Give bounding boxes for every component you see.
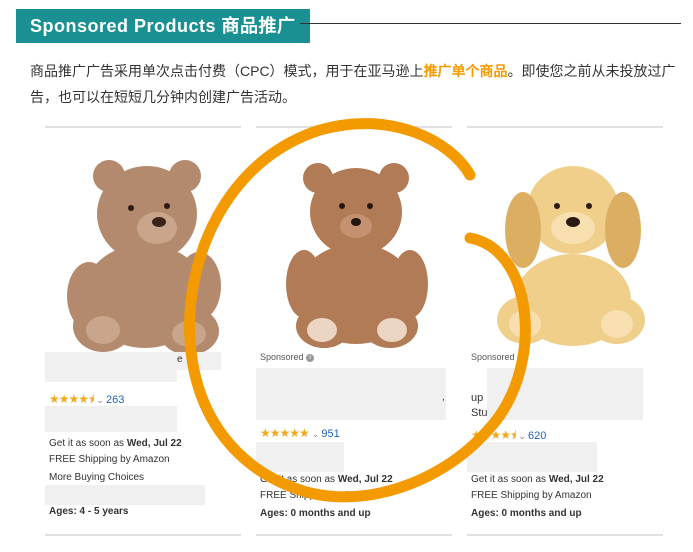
section-title: Sponsored Products 商品推广 — [16, 9, 310, 43]
chevron-down-icon[interactable]: ⌄ — [96, 395, 104, 405]
title-fragment[interactable]: Stu — [471, 407, 487, 419]
more-buying-choices-link[interactable]: More Buying Choices — [49, 472, 144, 483]
star-rating-icon: ★★★★★ — [260, 426, 310, 440]
review-count[interactable]: 951 — [321, 428, 339, 440]
delivery-text: Get it as soon as Wed, Jul 22 — [49, 438, 182, 449]
intro-paragraph: 商品推广广告采用单次点击付费（CPC）模式，用于在亚马逊上推广单个商品。即使您之… — [30, 58, 682, 110]
review-count[interactable]: 620 — [528, 430, 546, 442]
product-card-1[interactable]: e ★★★★⯨ ⌄ 263 Get it as soon as Wed, Jul 2… — [45, 126, 241, 536]
product-image-plush-puppy[interactable] — [485, 150, 659, 350]
chevron-down-icon[interactable]: ⌄ — [518, 431, 526, 441]
info-icon[interactable]: i — [517, 353, 526, 362]
product-card-3[interactable]: Sponsored i up Stu ★★★★⯨ ⌄ 620 Get it as s… — [467, 126, 663, 536]
intro-highlight: 推广单个商品 — [423, 63, 508, 79]
title-fragment[interactable]: e — [177, 354, 191, 365]
star-rating-icon: ★★★★⯨ — [49, 392, 94, 406]
title-fragment[interactable]: up — [471, 392, 487, 404]
title-divider — [300, 23, 681, 24]
title-fragment[interactable]: , — [442, 392, 448, 403]
intro-text-part1: 商品推广广告采用单次点击付费（CPC）模式，用于在亚马逊上 — [30, 63, 424, 79]
sponsored-label[interactable]: Sponsored i — [471, 352, 526, 362]
title-placeholder — [256, 368, 446, 420]
sponsored-label[interactable]: Sponsored i — [260, 352, 315, 362]
ages-text: Ages: 0 months and up — [471, 508, 582, 519]
price-placeholder — [45, 485, 205, 505]
review-count[interactable]: 263 — [106, 394, 124, 406]
shipping-text: FREE Shipping by Amazon — [260, 490, 381, 501]
info-icon[interactable]: i — [306, 353, 315, 362]
rating-row[interactable]: ★★★★★ ⌄ 951 — [260, 426, 340, 440]
product-image-brown-teddy-bear[interactable] — [59, 146, 231, 356]
card-divider — [256, 534, 452, 536]
chevron-down-icon[interactable]: ⌄ — [312, 429, 320, 439]
price-placeholder — [45, 406, 177, 432]
star-rating-icon: ★★★★⯨ — [471, 428, 516, 442]
product-card-2[interactable]: Sponsored i , ★★★★★ ⌄ 951 Get it as soon a… — [256, 126, 452, 536]
delivery-text: Get it as soon as Wed, Jul 22 — [471, 474, 604, 485]
price-placeholder — [467, 442, 597, 472]
ages-text: Ages: 4 - 5 years — [49, 506, 129, 517]
price-placeholder — [256, 442, 344, 472]
card-divider — [467, 534, 663, 536]
shipping-text: FREE Shipping by Amazon — [471, 490, 592, 501]
card-divider — [45, 534, 241, 536]
ages-text: Ages: 0 months and up — [260, 508, 371, 519]
title-placeholder — [45, 352, 177, 382]
shipping-text: FREE Shipping by Amazon — [49, 454, 170, 465]
delivery-text: Get it as soon as Wed, Jul 22 — [260, 474, 393, 485]
title-placeholder — [487, 368, 643, 420]
product-image-light-brown-teddy-bear[interactable] — [272, 154, 440, 350]
